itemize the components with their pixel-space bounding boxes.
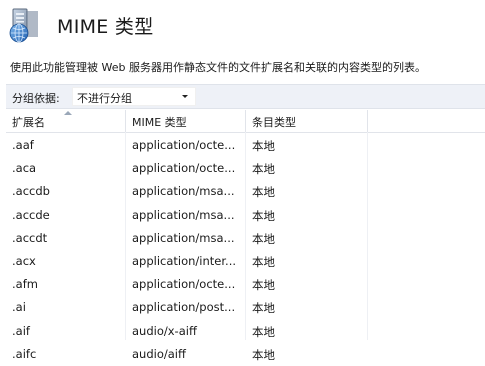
cell-mime-type: application/msa... <box>132 184 235 199</box>
sort-ascending-icon <box>64 111 72 115</box>
cell-entry-type: 本地 <box>252 231 275 246</box>
cell-mime-type: application/octe... <box>132 277 236 292</box>
mime-types-table: 扩展名 MIME 类型 条目类型 .aaf application/octe..… <box>6 110 485 362</box>
column-header-mime-type[interactable]: MIME 类型 <box>126 110 246 132</box>
cell-extension: .accde <box>12 207 50 222</box>
table-row[interactable]: .aif audio/x-aiff 本地 <box>6 320 485 343</box>
table-row[interactable]: .accdb application/msa... 本地 <box>6 180 485 203</box>
cell-entry-type: 本地 <box>252 347 275 362</box>
cell-entry-type: 本地 <box>252 208 275 223</box>
column-header-label: 条目类型 <box>252 116 296 129</box>
table-row[interactable]: .afm application/octe... 本地 <box>6 273 485 296</box>
column-header-extension[interactable]: 扩展名 <box>6 110 126 132</box>
cell-mime-type: audio/x-aiff <box>132 323 197 338</box>
column-header-label: 扩展名 <box>12 116 45 129</box>
server-icon <box>9 8 38 43</box>
cell-mime-type: application/octe... <box>132 161 236 176</box>
cell-mime-type: application/post... <box>132 300 236 315</box>
table-row[interactable]: .aifc audio/aiff 本地 <box>6 343 485 366</box>
cell-mime-type: application/msa... <box>132 207 235 222</box>
group-by-bar: 分组依据: 不进行分组 <box>6 84 485 109</box>
table-header: 扩展名 MIME 类型 条目类型 <box>6 110 485 133</box>
table-row[interactable]: .ai application/post... 本地 <box>6 296 485 319</box>
cell-entry-type: 本地 <box>252 324 275 339</box>
column-header-entry-type[interactable]: 条目类型 <box>246 110 368 132</box>
cell-mime-type: application/octe... <box>132 138 236 152</box>
group-by-dropdown[interactable]: 不进行分组 <box>72 87 196 106</box>
cell-mime-type: application/msa... <box>132 230 235 245</box>
cell-extension: .aca <box>12 161 37 176</box>
table-row[interactable]: .aca application/octe... 本地 <box>6 157 485 180</box>
page-title: MIME 类型 <box>57 16 154 38</box>
cell-extension: .afm <box>12 277 38 292</box>
cell-extension: .aaf <box>12 138 34 152</box>
cell-mime-type: application/inter... <box>132 253 237 268</box>
chevron-down-icon[interactable] <box>182 95 188 98</box>
cell-entry-type: 本地 <box>252 162 275 177</box>
table-row[interactable]: .acx application/inter... 本地 <box>6 250 485 273</box>
group-by-value: 不进行分组 <box>77 92 132 105</box>
group-by-label: 分组依据: <box>12 92 60 105</box>
cell-entry-type: 本地 <box>252 254 275 269</box>
column-header-label: MIME 类型 <box>132 116 187 129</box>
cell-extension: .ai <box>12 300 26 315</box>
cell-extension: .acx <box>12 253 36 268</box>
cell-extension: .accdt <box>12 230 48 245</box>
cell-extension: .aif <box>12 323 30 338</box>
table-row[interactable]: .accdt application/msa... 本地 <box>6 227 485 250</box>
table-row[interactable]: .aaf application/octe... 本地 <box>6 134 485 157</box>
cell-extension: .aifc <box>12 346 37 361</box>
cell-entry-type: 本地 <box>252 185 275 200</box>
table-row[interactable]: .accde application/msa... 本地 <box>6 204 485 227</box>
cell-entry-type: 本地 <box>252 139 275 153</box>
cell-entry-type: 本地 <box>252 278 275 293</box>
cell-entry-type: 本地 <box>252 301 275 316</box>
page-description: 使用此功能管理被 Web 服务器用作静态文件的文件扩展名和关联的内容类型的列表。 <box>10 61 426 74</box>
cell-mime-type: audio/aiff <box>132 346 186 361</box>
cell-extension: .accdb <box>12 184 50 199</box>
page-header: MIME 类型 <box>0 0 485 52</box>
table-body: .aaf application/octe... 本地 .aca applica… <box>6 134 485 366</box>
